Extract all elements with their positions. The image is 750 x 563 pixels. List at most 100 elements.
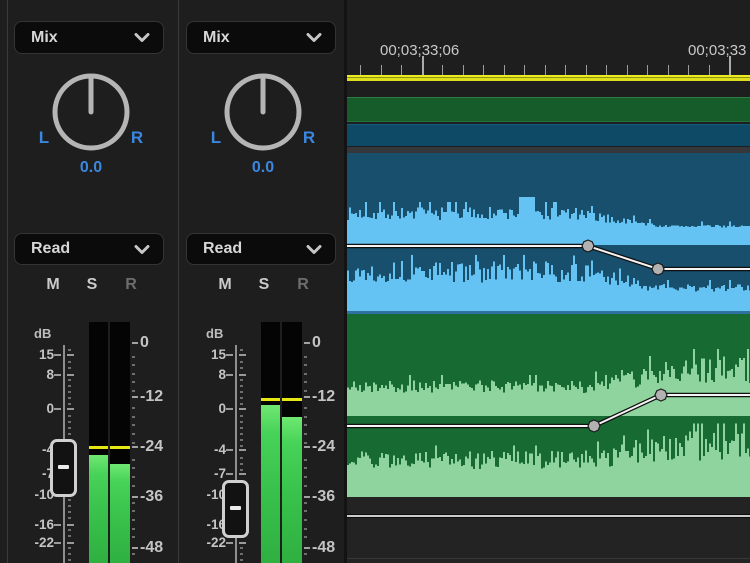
output-assignment-dropdown[interactable]: Mix <box>186 21 336 54</box>
fader-tick-minor <box>68 361 71 363</box>
fader-tick-minor <box>240 415 243 417</box>
ruler-tick <box>709 65 710 75</box>
fader-tick-minor <box>240 445 243 447</box>
fader-tick-minor <box>240 547 243 549</box>
fader-tick-minor <box>68 403 71 405</box>
ruler-tick <box>381 65 382 75</box>
automation-mode-value: Read <box>203 240 306 258</box>
meter-tick-minor <box>132 356 135 358</box>
solo-button[interactable]: S <box>81 276 103 294</box>
meter-tick-minor <box>304 467 307 469</box>
mute-button[interactable]: M <box>214 276 236 294</box>
fader-tick <box>239 473 246 475</box>
fader-tick-minor <box>68 397 71 399</box>
ruler-tick <box>504 65 505 75</box>
fader-handle[interactable] <box>50 439 77 497</box>
meter-tick <box>132 342 138 344</box>
automation-mode-dropdown[interactable]: Read <box>14 233 164 265</box>
fader-tick-minor <box>240 421 243 423</box>
audio-clip-stereo-green[interactable] <box>347 314 750 497</box>
volume-rubber-band[interactable] <box>347 515 750 517</box>
meter-tick-minor <box>132 364 135 366</box>
pan-value[interactable]: 0.0 <box>233 159 293 177</box>
volume-keyframe[interactable] <box>655 389 667 401</box>
fader-grip-mark <box>230 506 241 510</box>
fader-tick-minor <box>68 391 71 393</box>
fader-tick-minor <box>240 403 243 405</box>
fader-tick <box>67 524 74 526</box>
work-area-bar[interactable] <box>347 75 750 81</box>
strip-divider <box>178 0 179 563</box>
volume-keyframe[interactable] <box>588 420 600 432</box>
meter-tick-minor <box>304 553 307 555</box>
fader-tick-minor <box>240 559 243 561</box>
chevron-down-icon <box>306 245 322 254</box>
fader-tick-minor <box>68 559 71 561</box>
meter-tick <box>132 396 138 398</box>
video-track-bar[interactable] <box>347 97 750 122</box>
fader-tick-minor <box>240 469 243 471</box>
record-arm-button[interactable]: R <box>120 276 142 294</box>
meter-fill <box>261 405 280 563</box>
automation-mode-dropdown[interactable]: Read <box>186 233 336 265</box>
fader-tick-minor <box>68 415 71 417</box>
fader-tick-minor <box>68 349 71 351</box>
fader-scale-label: 15 <box>10 347 54 363</box>
pan-knob[interactable] <box>49 70 133 154</box>
pan-knob[interactable] <box>221 70 305 154</box>
fader-scale-label: -10 <box>10 487 54 503</box>
timecode-label: 00;03;33;06 <box>380 42 459 59</box>
solo-button[interactable]: S <box>253 276 275 294</box>
meter-tick <box>304 547 310 549</box>
fader-tick <box>67 408 74 410</box>
fader-scale-label: -22 <box>10 535 54 551</box>
meter-tick-minor <box>132 424 135 426</box>
collapsed-track-bar[interactable] <box>347 124 750 146</box>
meter-tick-minor <box>132 407 135 409</box>
meter-fill <box>282 417 302 563</box>
mute-button[interactable]: M <box>42 276 64 294</box>
volume-keyframe[interactable] <box>582 240 594 252</box>
volume-keyframe[interactable] <box>652 263 664 275</box>
ruler-tick <box>442 65 443 75</box>
ruler-tick <box>586 65 587 75</box>
meter-scale-label: 0 <box>312 334 321 352</box>
meter-tick-minor <box>132 528 135 530</box>
fader-tick <box>67 542 74 544</box>
audio-clip-stereo-blue[interactable] <box>347 153 750 312</box>
meter-tick-minor <box>304 416 307 418</box>
meter-tick-minor <box>304 519 307 521</box>
pan-value[interactable]: 0.0 <box>61 159 121 177</box>
meter-tick-minor <box>304 424 307 426</box>
output-assignment-dropdown[interactable]: Mix <box>14 21 164 54</box>
meter-tick-minor <box>132 390 135 392</box>
fader-tick <box>226 354 233 356</box>
fader-scale-label: -16 <box>182 517 226 533</box>
meter-scale-label: -12 <box>140 388 163 406</box>
empty-audio-track[interactable] <box>347 497 750 563</box>
fader-scale-label: 8 <box>182 367 226 383</box>
meter-tick-minor <box>304 536 307 538</box>
ruler-tick <box>422 56 424 75</box>
ruler-tick <box>401 65 402 75</box>
channel-strip-2: Mix L R 0.0 Read M S R dB 1580-4-7-10-16… <box>180 0 346 563</box>
fader-scale-label: 0 <box>10 401 54 417</box>
fader-tick-minor <box>240 553 243 555</box>
fader-scale-label: -4 <box>182 442 226 458</box>
fader-handle[interactable] <box>222 480 249 538</box>
meter-tick <box>304 446 310 448</box>
ruler-tick <box>647 65 648 75</box>
peak-indicator <box>282 398 302 401</box>
meter-scale-label: -48 <box>312 539 335 557</box>
fader-tick-minor <box>240 457 243 459</box>
record-arm-button[interactable]: R <box>292 276 314 294</box>
fader-scale-label: -16 <box>10 517 54 533</box>
fader-scale-label: -7 <box>182 466 226 482</box>
db-unit-label: dB <box>206 326 223 341</box>
db-unit-label: dB <box>34 326 51 341</box>
meter-scale-label: -36 <box>312 488 335 506</box>
channel-strip-1: Mix L R 0.0 Read M S R dB 1580-4-7-10-16… <box>8 0 174 563</box>
fader-tick-minor <box>68 505 71 507</box>
ruler-tick <box>524 65 525 75</box>
fader-tick-minor <box>240 463 243 465</box>
